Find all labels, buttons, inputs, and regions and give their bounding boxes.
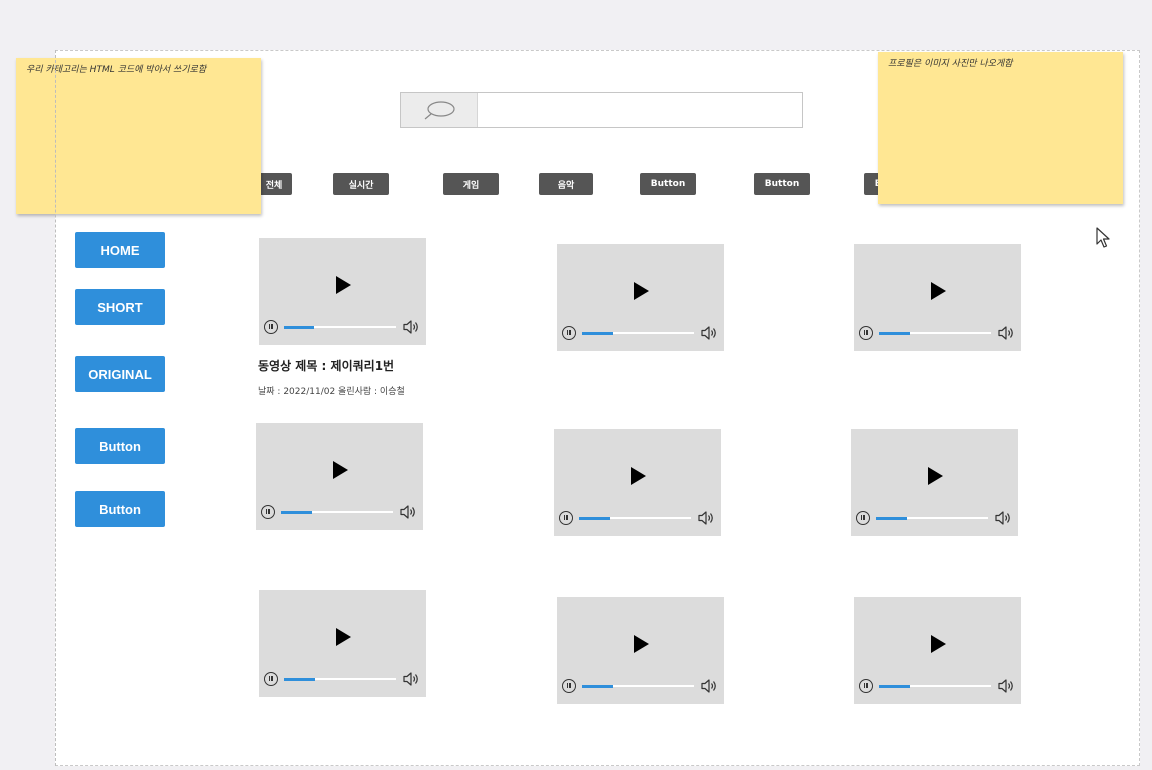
pause-icon[interactable] <box>559 511 573 525</box>
sticky-note-right: 프로필은 이미지 사진만 나오게함 <box>878 52 1123 204</box>
video-player[interactable] <box>256 423 423 530</box>
pause-icon[interactable] <box>562 326 576 340</box>
category-button-music[interactable]: 음악 <box>539 173 593 195</box>
progress-fill <box>879 331 911 335</box>
video-title[interactable]: 동영상 제목 : 제이쿼리1번 <box>258 357 394 374</box>
progress-fill <box>582 684 614 688</box>
pause-icon[interactable] <box>859 679 873 693</box>
pause-icon[interactable] <box>562 679 576 693</box>
video-player[interactable] <box>557 597 724 704</box>
volume-icon[interactable] <box>402 319 420 335</box>
video-controls <box>261 504 417 520</box>
progress-track[interactable] <box>284 677 396 681</box>
category-button-live[interactable]: 실시간 <box>333 173 389 195</box>
play-icon[interactable] <box>634 282 649 300</box>
video-controls <box>559 510 715 526</box>
volume-icon[interactable] <box>700 325 718 341</box>
video-meta: 날짜 : 2022/11/02 올린사람 : 이승철 <box>258 387 405 397</box>
pause-icon[interactable] <box>856 511 870 525</box>
video-controls <box>859 325 1015 341</box>
volume-icon[interactable] <box>994 510 1012 526</box>
progress-track[interactable] <box>879 331 991 335</box>
progress-track[interactable] <box>582 331 694 335</box>
pause-icon[interactable] <box>261 505 275 519</box>
video-controls <box>264 319 420 335</box>
search-button[interactable] <box>401 93 478 127</box>
nav-home-button[interactable]: HOME <box>75 232 165 268</box>
sticky-note-left-text: 우리 카테고리는 HTML 코드에 박아서 쓰기로함 <box>26 65 207 75</box>
sticky-note-left: 우리 카테고리는 HTML 코드에 박아서 쓰기로함 <box>16 58 261 214</box>
progress-fill <box>582 331 614 335</box>
progress-track[interactable] <box>281 510 393 514</box>
video-controls <box>859 678 1015 694</box>
mouse-cursor-icon <box>1096 227 1110 248</box>
progress-track[interactable] <box>579 516 691 520</box>
category-button-game[interactable]: 게임 <box>443 173 499 195</box>
video-player[interactable] <box>854 244 1021 351</box>
nav-button-4[interactable]: Button <box>75 428 165 464</box>
progress-fill <box>876 516 908 520</box>
progress-track[interactable] <box>879 684 991 688</box>
video-controls <box>856 510 1012 526</box>
frame-guide-line <box>55 50 56 766</box>
play-icon[interactable] <box>928 467 943 485</box>
category-button-6[interactable]: Button <box>754 173 810 195</box>
play-icon[interactable] <box>336 628 351 646</box>
pause-icon[interactable] <box>264 672 278 686</box>
video-controls <box>562 325 718 341</box>
video-player[interactable] <box>854 597 1021 704</box>
sticky-note-right-text: 프로필은 이미지 사진만 나오게함 <box>888 59 1013 69</box>
progress-track[interactable] <box>876 516 988 520</box>
progress-fill <box>879 684 911 688</box>
progress-track[interactable] <box>582 684 694 688</box>
progress-fill <box>281 510 313 514</box>
search-bar <box>400 92 803 128</box>
nav-original-button[interactable]: ORIGINAL <box>75 356 165 392</box>
play-icon[interactable] <box>634 635 649 653</box>
video-controls <box>264 671 420 687</box>
volume-icon[interactable] <box>997 325 1015 341</box>
play-icon[interactable] <box>931 635 946 653</box>
video-controls <box>562 678 718 694</box>
nav-short-button[interactable]: SHORT <box>75 289 165 325</box>
volume-icon[interactable] <box>399 504 417 520</box>
play-icon[interactable] <box>333 461 348 479</box>
volume-icon[interactable] <box>997 678 1015 694</box>
video-player[interactable] <box>554 429 721 536</box>
progress-fill <box>284 325 315 329</box>
video-player[interactable] <box>557 244 724 351</box>
search-input[interactable] <box>478 93 802 127</box>
nav-button-5[interactable]: Button <box>75 491 165 527</box>
video-player[interactable] <box>259 590 426 697</box>
progress-fill <box>579 516 611 520</box>
play-icon[interactable] <box>336 276 351 294</box>
video-player[interactable] <box>851 429 1018 536</box>
volume-icon[interactable] <box>402 671 420 687</box>
volume-icon[interactable] <box>700 678 718 694</box>
pause-icon[interactable] <box>859 326 873 340</box>
play-icon[interactable] <box>631 467 646 485</box>
progress-fill <box>284 677 316 681</box>
play-icon[interactable] <box>931 282 946 300</box>
volume-icon[interactable] <box>697 510 715 526</box>
pause-icon[interactable] <box>264 320 278 334</box>
progress-track[interactable] <box>284 325 396 329</box>
search-icon <box>424 101 455 120</box>
video-player[interactable] <box>259 238 426 345</box>
category-button-5[interactable]: Button <box>640 173 696 195</box>
category-button-all[interactable]: 전체 <box>256 173 292 195</box>
